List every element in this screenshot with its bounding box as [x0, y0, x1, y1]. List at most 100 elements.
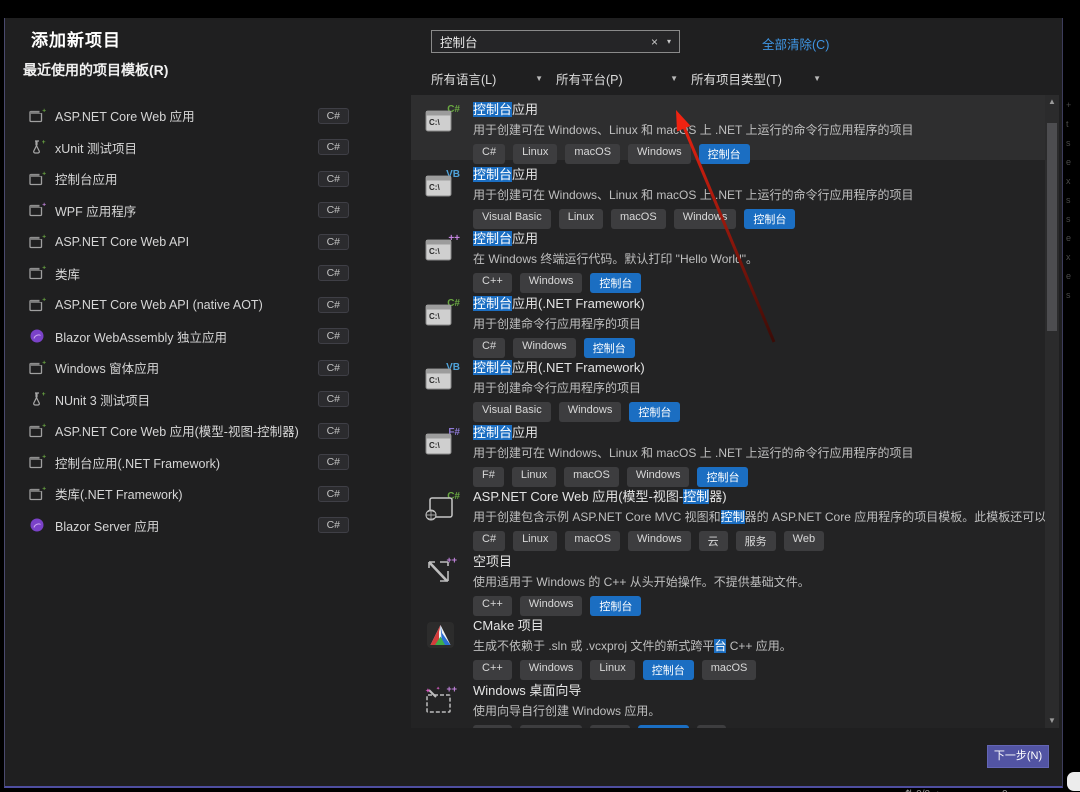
template-result-item[interactable]: C# ASP.NET Core Web 应用(模型-视图-控制器) 用于创建包含示例… — [411, 482, 1045, 551]
template-tag: Windows — [628, 144, 691, 164]
console-project-icon: VB C:\ — [425, 168, 461, 225]
add-new-project-dialog: 添加新项目 最近使用的项目模板(R) + ASP.NET Core Web 应用 C… — [4, 18, 1063, 788]
language-badge: C# — [317, 170, 349, 187]
project-type-filter-dropdown[interactable]: 所有项目类型(T) ▼ — [691, 68, 821, 88]
template-result-item[interactable]: C# C:\ 控制台应用(.NET Framework) 用于创建命令行应用程序的项目… — [411, 289, 1045, 358]
template-tag: F# — [473, 466, 504, 487]
template-search-input[interactable]: 控制台 × ▾ — [431, 30, 680, 53]
sidebar-item-label: ASP.NET Core Web 应用 — [55, 110, 195, 125]
language-badge: C# — [317, 454, 349, 471]
sidebar-template-item[interactable]: + WPF 应用程序 C# — [29, 195, 349, 227]
clear-search-icon[interactable]: × — [646, 35, 663, 49]
template-tag: Windows — [519, 595, 583, 616]
blazor-icon — [29, 328, 46, 344]
template-tags: Visual Basic Windows 控制台 — [473, 402, 681, 422]
sidebar-template-item[interactable]: + Windows 窗体应用 C# — [29, 352, 349, 384]
title-text: 空项目 — [473, 553, 513, 569]
template-tag: 控制台 — [629, 402, 681, 422]
template-result-item[interactable]: F# C:\ 控制台应用用于创建可在 Windows、Linux 和 macOS 上… — [411, 418, 1045, 487]
template-item-body: Windows 桌面向导使用向导自行创建 Windows 应用。 C++ Windo… — [473, 682, 727, 728]
svg-text:+: + — [42, 202, 46, 209]
desc-text: 使用适用于 Windows 的 C++ 从头开始操作。不提供基础文件。 — [473, 574, 810, 589]
chevron-down-icon: ▼ — [813, 73, 821, 83]
svg-text:C:\: C:\ — [429, 441, 440, 450]
template-tag: 控制台 — [583, 337, 635, 358]
template-description: 用于创建可在 Windows、Linux 和 macOS 上 .NET 上运行的… — [473, 121, 914, 138]
template-tag: Visual Basic — [473, 402, 551, 422]
console-project-icon: VB C:\ — [425, 361, 461, 418]
sidebar-template-item[interactable]: + ASP.NET Core Web 应用(模型-视图-控制器) C# — [29, 415, 349, 447]
sidebar-template-item[interactable]: Blazor Server 应用 C# — [29, 510, 349, 542]
language-badge: C# — [317, 422, 349, 439]
sidebar-template-item[interactable]: + 类库 C# — [29, 258, 349, 290]
template-list-scrollbar[interactable]: ▲ ▼ — [1045, 95, 1059, 728]
svg-text:+: + — [42, 454, 46, 461]
sidebar-template-item[interactable]: + NUnit 3 测试项目 C# — [29, 384, 349, 416]
template-tag: Windows — [558, 402, 622, 422]
template-result-item[interactable]: VB C:\ 控制台应用 用于创建可在 Windows、Linux 和 macOS 上… — [411, 160, 1045, 229]
template-tag: macOS — [565, 531, 621, 551]
template-result-item[interactable]: ++ 空项目 使用适用于 Windows 的 C++ 从头开始操作。不提供基础文件。… — [411, 547, 1045, 616]
scroll-up-icon[interactable]: ▲ — [1045, 95, 1059, 109]
sidebar-template-item[interactable]: + ASP.NET Core Web API (native AOT) C# — [29, 289, 349, 321]
title-highlight: 控制台 — [473, 424, 513, 440]
clear-all-link[interactable]: 全部清除(C) — [762, 34, 829, 53]
template-item-body: 空项目 使用适用于 Windows 的 C++ 从头开始操作。不提供基础文件。 C+… — [473, 553, 810, 616]
template-tag: 库 — [697, 724, 727, 728]
desc-text: 生成不依赖于 .sln 或 .vcxproj 文件的新式跨平 — [473, 639, 715, 653]
template-tag: C++ — [473, 273, 512, 293]
svg-text:C:\: C:\ — [429, 247, 440, 256]
classlib-icon: + — [29, 485, 46, 502]
language-filter-dropdown[interactable]: 所有语言(L) ▼ — [431, 68, 543, 88]
sidebar-template-item[interactable]: + 类库(.NET Framework) C# — [29, 478, 349, 510]
search-dropdown-icon[interactable]: ▾ — [663, 37, 675, 46]
wpf-icon: + — [29, 202, 46, 218]
sidebar-template-item[interactable]: + ASP.NET Core Web 应用 C# — [29, 100, 349, 132]
template-tag: C++ — [473, 724, 512, 728]
title-text: 应用 — [512, 166, 539, 182]
template-result-item[interactable]: ++✦✦Windows 桌面向导使用向导自行创建 Windows 应用。C++W… — [411, 676, 1045, 728]
template-result-item[interactable]: CMake 项目 生成不依赖于 .sln 或 .vcxproj 文件的新式跨平台 … — [411, 611, 1045, 680]
template-item-body: 控制台应用用于创建可在 Windows、Linux 和 macOS 上 .NET… — [473, 424, 914, 487]
sidebar-template-item[interactable]: + 控制台应用 C# — [29, 163, 349, 195]
sidebar-template-item[interactable]: + xUnit 测试项目 C# — [29, 132, 349, 164]
template-tag: 控制台 — [642, 660, 694, 680]
language-badge: C# — [317, 202, 349, 219]
template-result-item[interactable]: C# C:\ 控制台应用 用于创建可在 Windows、Linux 和 macOS 上… — [411, 95, 1045, 164]
title-text: Windows 桌面向导 — [473, 682, 582, 698]
next-button[interactable]: 下一步(N) — [987, 745, 1049, 768]
project-type-filter-label: 所有项目类型(T) — [691, 72, 782, 87]
sidebar-item-label: ASP.NET Core Web 应用(模型-视图-控制器) — [55, 425, 299, 440]
template-result-item[interactable]: ++ C:\ 控制台应用在 Windows 终端运行代码。默认打印 "Hello W… — [411, 224, 1045, 293]
template-description: 用于创建包含示例 ASP.NET Core MVC 视图和控制器的 ASP.NE… — [473, 508, 1045, 525]
title-highlight: 控制台 — [473, 231, 513, 246]
scrollbar-thumb[interactable] — [1047, 123, 1057, 331]
sidebar-template-item[interactable]: Blazor WebAssembly 独立应用 C# — [29, 321, 349, 353]
language-badge: C# — [317, 485, 349, 502]
scroll-down-icon[interactable]: ▼ — [1045, 714, 1059, 728]
classlib-icon: + — [29, 265, 46, 281]
sidebar-template-item[interactable]: + ASP.NET Core Web API C# — [29, 226, 349, 258]
template-tag: Visual Basic — [473, 208, 551, 229]
template-title: 控制台应用 — [473, 102, 914, 117]
template-tag: 控制台 — [697, 466, 749, 487]
desc-text: 用于创建可在 Windows、Linux 和 macOS 上 .NET 上运行的… — [473, 123, 914, 137]
platform-filter-dropdown[interactable]: 所有平台(P) ▼ — [556, 68, 678, 88]
template-description: 使用适用于 Windows 的 C++ 从头开始操作。不提供基础文件。 — [473, 573, 810, 590]
template-description: 用于创建可在 Windows、Linux 和 macOS 上 .NET 上运行的… — [473, 444, 914, 461]
title-text: 应用 — [512, 231, 539, 246]
template-tag: Linux — [558, 208, 604, 229]
template-title: 控制台应用 — [473, 424, 914, 440]
template-item-body: 控制台应用(.NET Framework) 用于创建命令行应用程序的项目 C# Win… — [473, 295, 645, 358]
title-text: ASP.NET Core Web 应用(模型-视图- — [473, 489, 684, 504]
screen: 添加新项目 最近使用的项目模板(R) + ASP.NET Core Web 应用 C… — [0, 0, 1080, 792]
template-tag: 控制台 — [638, 724, 690, 728]
sidebar-template-item[interactable]: + 控制台应用(.NET Framework) C# — [29, 447, 349, 479]
svg-text:+: + — [42, 391, 46, 398]
template-tags: C# Linux macOS Windows 云服务 Web — [473, 531, 1037, 551]
template-item-body: 控制台应用(.NET Framework) 用于创建命令行应用程序的项目 Visua… — [473, 360, 681, 422]
template-tag: C# — [473, 144, 506, 164]
template-result-item[interactable]: VB C:\ 控制台应用(.NET Framework) 用于创建命令行应用程序的项目… — [411, 353, 1045, 422]
svg-text:C:\: C:\ — [429, 376, 440, 385]
template-tag: 控制台 — [744, 208, 796, 229]
